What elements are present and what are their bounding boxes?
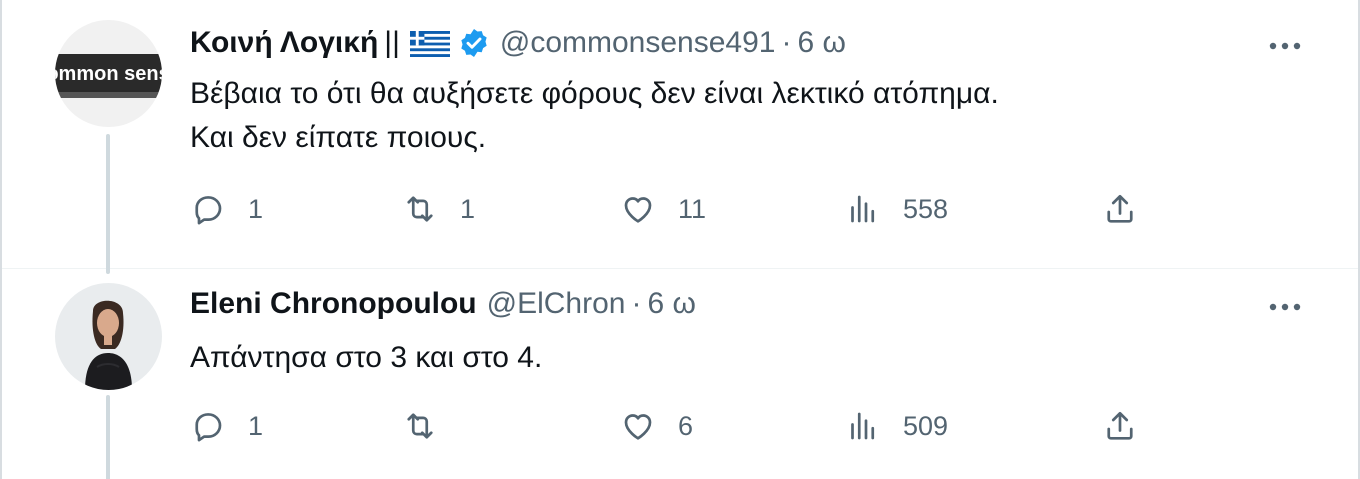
like-button[interactable]: 6 <box>620 406 693 446</box>
heart-icon <box>624 197 652 223</box>
avatar-logo-text: common sense <box>55 63 162 85</box>
heart-icon <box>624 414 652 440</box>
reply-count: 1 <box>248 410 264 441</box>
views-count: 558 <box>903 193 949 224</box>
display-name-suffix: || <box>384 26 400 59</box>
tweet-thread: common sense Κοινή Λογική || <box>0 0 1360 479</box>
reply-count: 1 <box>248 193 264 224</box>
views-icon <box>851 412 875 440</box>
tweet-header: Eleni Chronopoulou @ElChron · 6 ω <box>190 286 696 322</box>
share-button[interactable] <box>1102 406 1138 446</box>
greek-flag-icon <box>409 30 450 57</box>
avatar[interactable]: common sense <box>55 20 162 127</box>
thread-line <box>106 395 110 479</box>
more-icon[interactable] <box>1268 299 1302 311</box>
retweet-button[interactable] <box>402 406 460 446</box>
share-button[interactable] <box>1102 189 1138 229</box>
reply-button[interactable]: 1 <box>190 406 263 446</box>
verified-badge-icon <box>458 27 490 59</box>
like-count: 11 <box>678 193 707 224</box>
tweet-header: Κοινή Λογική || @commonsense491 · 6 ω <box>190 25 846 61</box>
reply-icon <box>195 413 222 442</box>
retweet-count: 1 <box>460 193 476 224</box>
reply-button[interactable]: 1 <box>190 189 263 229</box>
tweet[interactable]: Eleni Chronopoulou @ElChron · 6 ω Απάντη… <box>2 268 1358 479</box>
retweet-button[interactable]: 1 <box>402 189 475 229</box>
avatar[interactable] <box>55 283 162 390</box>
timestamp[interactable]: 6 ω <box>647 286 695 322</box>
tweet[interactable]: common sense Κοινή Λογική || <box>2 0 1358 274</box>
user-handle[interactable]: @commonsense491 <box>500 25 776 61</box>
user-handle[interactable]: @ElChron <box>487 286 626 322</box>
action-bar: 1 1 11 558 <box>190 189 1190 229</box>
action-bar: 1 6 509 <box>190 406 1190 446</box>
tweet-text-line: Απάντησα στο 3 και στο 4. <box>190 341 543 374</box>
display-name[interactable]: Eleni Chronopoulou <box>190 286 477 322</box>
share-icon <box>1107 194 1133 223</box>
share-icon <box>1107 411 1133 440</box>
like-button[interactable]: 11 <box>620 189 706 229</box>
views-count: 509 <box>903 410 949 441</box>
separator-dot: · <box>631 287 642 320</box>
separator-dot: · <box>781 26 792 59</box>
retweet-icon <box>407 196 433 222</box>
more-icon[interactable] <box>1268 38 1302 50</box>
thread-line <box>106 134 110 274</box>
tweet-text-line: Βέβαια το ότι θα αυξήσετε φόρους δεν είν… <box>190 77 999 110</box>
retweet-icon <box>407 413 433 439</box>
like-count: 6 <box>678 410 694 441</box>
tweet-text: Απάντησα στο 3 και στο 4. <box>190 336 542 380</box>
reply-icon <box>195 196 222 225</box>
timestamp[interactable]: 6 ω <box>797 25 845 61</box>
display-name[interactable]: Κοινή Λογική <box>190 25 378 61</box>
tweet-text: Βέβαια το ότι θα αυξήσετε φόρους δεν είν… <box>190 72 999 160</box>
tweet-text-line: Και δεν είπατε ποιους. <box>190 121 487 154</box>
views-button[interactable]: 558 <box>845 189 948 229</box>
views-button[interactable]: 509 <box>845 406 948 446</box>
views-icon <box>851 195 875 223</box>
